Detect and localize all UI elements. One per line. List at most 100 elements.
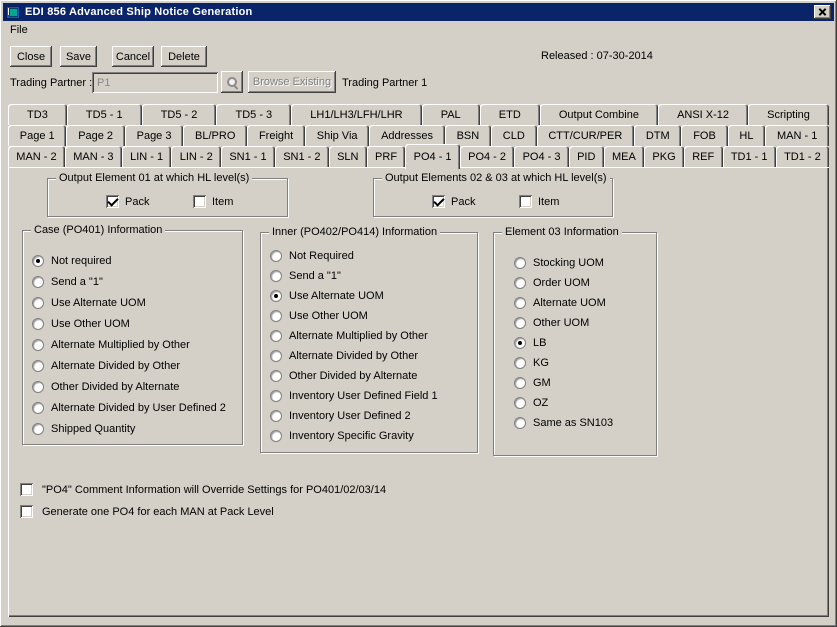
- radio-lb[interactable]: [514, 337, 526, 349]
- radio-option-not-required[interactable]: Not required: [32, 254, 242, 267]
- tab-lin-2[interactable]: LIN - 2: [171, 146, 221, 167]
- tab-page-1[interactable]: Page 1: [8, 125, 66, 146]
- radio-other-uom[interactable]: [514, 317, 526, 329]
- checkbox-option-po4-comment-information-will-override-se[interactable]: "PO4" Comment Information will Override …: [20, 483, 386, 496]
- checkbox-item[interactable]: [519, 195, 532, 208]
- tab-page-2[interactable]: Page 2: [66, 125, 124, 146]
- radio-send-a-1[interactable]: [270, 270, 282, 282]
- tab-ctt-cur-per[interactable]: CTT/CUR/PER: [537, 125, 635, 146]
- radio-option-lb[interactable]: LB: [514, 336, 656, 349]
- checkbox-item[interactable]: [193, 195, 206, 208]
- checkbox[interactable]: [20, 505, 33, 518]
- tab-po4-1[interactable]: PO4 - 1: [405, 144, 459, 169]
- trading-partner-input[interactable]: [92, 72, 218, 93]
- tab-td3[interactable]: TD3: [8, 104, 67, 125]
- radio-use-other-uom[interactable]: [32, 318, 44, 330]
- tab-output-combine[interactable]: Output Combine: [540, 104, 658, 125]
- radio-option-same-as-sn103[interactable]: Same as SN103: [514, 416, 656, 429]
- radio-alternate-divided-by-user-defined-2[interactable]: [32, 402, 44, 414]
- tab-cld[interactable]: CLD: [491, 125, 537, 146]
- checkbox-pack[interactable]: [432, 195, 445, 208]
- tab-td1-1[interactable]: TD1 - 1: [723, 146, 776, 167]
- checkbox-option-generate-one-po4-for-each-man-at-pack-le[interactable]: Generate one PO4 for each MAN at Pack Le…: [20, 505, 386, 518]
- radio-use-alternate-uom[interactable]: [270, 290, 282, 302]
- checkbox-pack[interactable]: [106, 195, 119, 208]
- tab-po4-2[interactable]: PO4 - 2: [460, 146, 514, 167]
- tab-man-3[interactable]: MAN - 3: [65, 146, 122, 167]
- radio-use-other-uom[interactable]: [270, 310, 282, 322]
- radio-option-other-uom[interactable]: Other UOM: [514, 316, 656, 329]
- close-button[interactable]: Close: [10, 46, 52, 67]
- radio-option-alternate-divided-by-other[interactable]: Alternate Divided by Other: [270, 349, 477, 362]
- menu-file[interactable]: File: [3, 23, 35, 37]
- radio-shipped-quantity[interactable]: [32, 423, 44, 435]
- radio-option-alternate-multiplied-by-other[interactable]: Alternate Multiplied by Other: [270, 329, 477, 342]
- radio-option-not-required[interactable]: Not Required: [270, 249, 477, 262]
- radio-inventory-user-defined-field-1[interactable]: [270, 390, 282, 402]
- tab-addresses[interactable]: Addresses: [369, 125, 445, 146]
- radio-option-inventory-specific-gravity[interactable]: Inventory Specific Gravity: [270, 429, 477, 442]
- cancel-button[interactable]: Cancel: [112, 46, 154, 67]
- tab-po4-3[interactable]: PO4 - 3: [514, 146, 568, 167]
- checkbox-option-pack[interactable]: Pack: [432, 195, 475, 208]
- tab-etd[interactable]: ETD: [480, 104, 540, 125]
- radio-option-alternate-uom[interactable]: Alternate UOM: [514, 296, 656, 309]
- radio-inventory-user-defined-2[interactable]: [270, 410, 282, 422]
- browse-existing-button[interactable]: Browse Existing: [248, 71, 336, 93]
- tab-pid[interactable]: PID: [569, 146, 604, 167]
- tab-pkg[interactable]: PKG: [644, 146, 684, 167]
- radio-alternate-divided-by-other[interactable]: [32, 360, 44, 372]
- tab-pal[interactable]: PAL: [422, 104, 480, 125]
- radio-option-shipped-quantity[interactable]: Shipped Quantity: [32, 422, 242, 435]
- radio-gm[interactable]: [514, 377, 526, 389]
- tab-sln[interactable]: SLN: [329, 146, 367, 167]
- tab-ansi-x-12[interactable]: ANSI X-12: [658, 104, 748, 125]
- tab-scripting[interactable]: Scripting: [748, 104, 829, 125]
- tab-man-2[interactable]: MAN - 2: [8, 146, 65, 167]
- radio-option-other-divided-by-alternate[interactable]: Other Divided by Alternate: [270, 369, 477, 382]
- radio-same-as-sn103[interactable]: [514, 417, 526, 429]
- tab-fob[interactable]: FOB: [681, 125, 727, 146]
- radio-option-use-alternate-uom[interactable]: Use Alternate UOM: [270, 289, 477, 302]
- tab-freight[interactable]: Freight: [247, 125, 305, 146]
- radio-alternate-multiplied-by-other[interactable]: [32, 339, 44, 351]
- tab-bsn[interactable]: BSN: [445, 125, 491, 146]
- radio-option-send-a-1[interactable]: Send a "1": [32, 275, 242, 288]
- radio-send-a-1[interactable]: [32, 276, 44, 288]
- radio-option-gm[interactable]: GM: [514, 376, 656, 389]
- radio-option-other-divided-by-alternate[interactable]: Other Divided by Alternate: [32, 380, 242, 393]
- checkbox-option-item[interactable]: Item: [519, 195, 559, 208]
- checkbox-option-item[interactable]: Item: [193, 195, 233, 208]
- radio-kg[interactable]: [514, 357, 526, 369]
- tab-td5-2[interactable]: TD5 - 2: [142, 104, 217, 125]
- radio-other-divided-by-alternate[interactable]: [270, 370, 282, 382]
- radio-option-oz[interactable]: OZ: [514, 396, 656, 409]
- tab-td5-1[interactable]: TD5 - 1: [67, 104, 142, 125]
- close-button[interactable]: [814, 5, 831, 19]
- search-button[interactable]: [221, 71, 243, 93]
- tab-mea[interactable]: MEA: [604, 146, 644, 167]
- radio-option-use-other-uom[interactable]: Use Other UOM: [270, 309, 477, 322]
- tab-man-1[interactable]: MAN - 1: [765, 125, 829, 146]
- tab-bl-pro[interactable]: BL/PRO: [183, 125, 247, 146]
- radio-stocking-uom[interactable]: [514, 257, 526, 269]
- tab-page-3[interactable]: Page 3: [125, 125, 183, 146]
- tab-sn1-1[interactable]: SN1 - 1: [221, 146, 275, 167]
- radio-use-alternate-uom[interactable]: [32, 297, 44, 309]
- radio-option-send-a-1[interactable]: Send a "1": [270, 269, 477, 282]
- tab-sn1-2[interactable]: SN1 - 2: [275, 146, 329, 167]
- radio-option-alternate-divided-by-other[interactable]: Alternate Divided by Other: [32, 359, 242, 372]
- radio-option-use-other-uom[interactable]: Use Other UOM: [32, 317, 242, 330]
- radio-alternate-uom[interactable]: [514, 297, 526, 309]
- radio-oz[interactable]: [514, 397, 526, 409]
- radio-option-stocking-uom[interactable]: Stocking UOM: [514, 256, 656, 269]
- save-button[interactable]: Save: [60, 46, 97, 67]
- radio-option-inventory-user-defined-2[interactable]: Inventory User Defined 2: [270, 409, 477, 422]
- checkbox-option-pack[interactable]: Pack: [106, 195, 149, 208]
- radio-option-alternate-multiplied-by-other[interactable]: Alternate Multiplied by Other: [32, 338, 242, 351]
- tab-lh1-lh3-lfh-lhr[interactable]: LH1/LH3/LFH/LHR: [291, 104, 421, 125]
- radio-option-alternate-divided-by-user-defined-2[interactable]: Alternate Divided by User Defined 2: [32, 401, 242, 414]
- radio-order-uom[interactable]: [514, 277, 526, 289]
- radio-not-required[interactable]: [32, 255, 44, 267]
- tab-dtm[interactable]: DTM: [634, 125, 681, 146]
